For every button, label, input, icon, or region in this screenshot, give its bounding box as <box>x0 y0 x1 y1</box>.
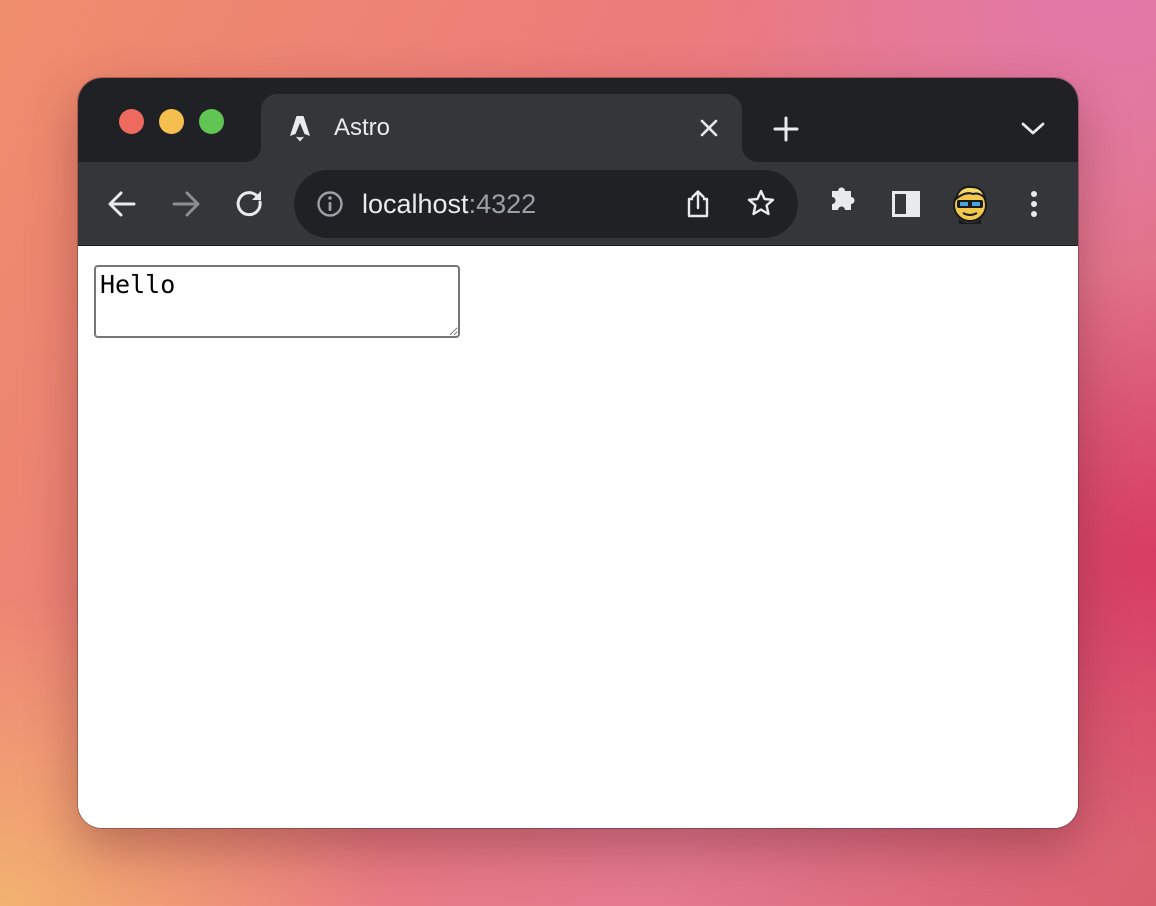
address-bar[interactable]: localhost:4322 <box>294 170 798 238</box>
side-panel-button[interactable] <box>886 186 926 222</box>
maximize-window-button[interactable] <box>199 109 224 134</box>
star-icon[interactable] <box>746 188 776 218</box>
tab-title: Astro <box>334 114 391 141</box>
browser-window: Astro localhost:4322 Hello <box>78 78 1078 828</box>
plus-icon[interactable] <box>772 115 800 143</box>
url-text[interactable]: localhost:4322 <box>362 188 536 220</box>
page-content: Hello <box>78 247 1078 828</box>
astro-logo-icon <box>290 116 310 142</box>
avatar <box>953 185 987 224</box>
hello-textarea[interactable]: Hello <box>94 265 460 338</box>
tab-strip: Astro <box>78 78 1078 162</box>
side-panel-icon <box>892 191 920 217</box>
info-icon[interactable] <box>316 190 344 218</box>
arrow-left-icon <box>108 191 136 217</box>
forward-button[interactable] <box>166 186 206 222</box>
url-port: :4322 <box>468 189 537 219</box>
kebab-menu-icon <box>1031 191 1037 217</box>
extensions-button[interactable] <box>822 180 862 216</box>
back-button[interactable] <box>102 186 142 222</box>
url-host: localhost <box>362 189 469 219</box>
browser-toolbar: localhost:4322 <box>78 162 1078 246</box>
menu-button[interactable] <box>1014 186 1054 222</box>
close-icon[interactable] <box>697 116 721 140</box>
tab-astro[interactable]: Astro <box>261 94 742 162</box>
share-icon[interactable] <box>684 189 712 219</box>
minimize-window-button[interactable] <box>159 109 184 134</box>
reload-button[interactable] <box>230 186 270 222</box>
close-window-button[interactable] <box>119 109 144 134</box>
profile-button[interactable] <box>950 182 990 226</box>
chevron-down-icon[interactable] <box>1020 118 1046 140</box>
arrow-right-icon <box>172 191 200 217</box>
puzzle-icon <box>832 187 855 210</box>
reload-icon <box>236 191 262 217</box>
